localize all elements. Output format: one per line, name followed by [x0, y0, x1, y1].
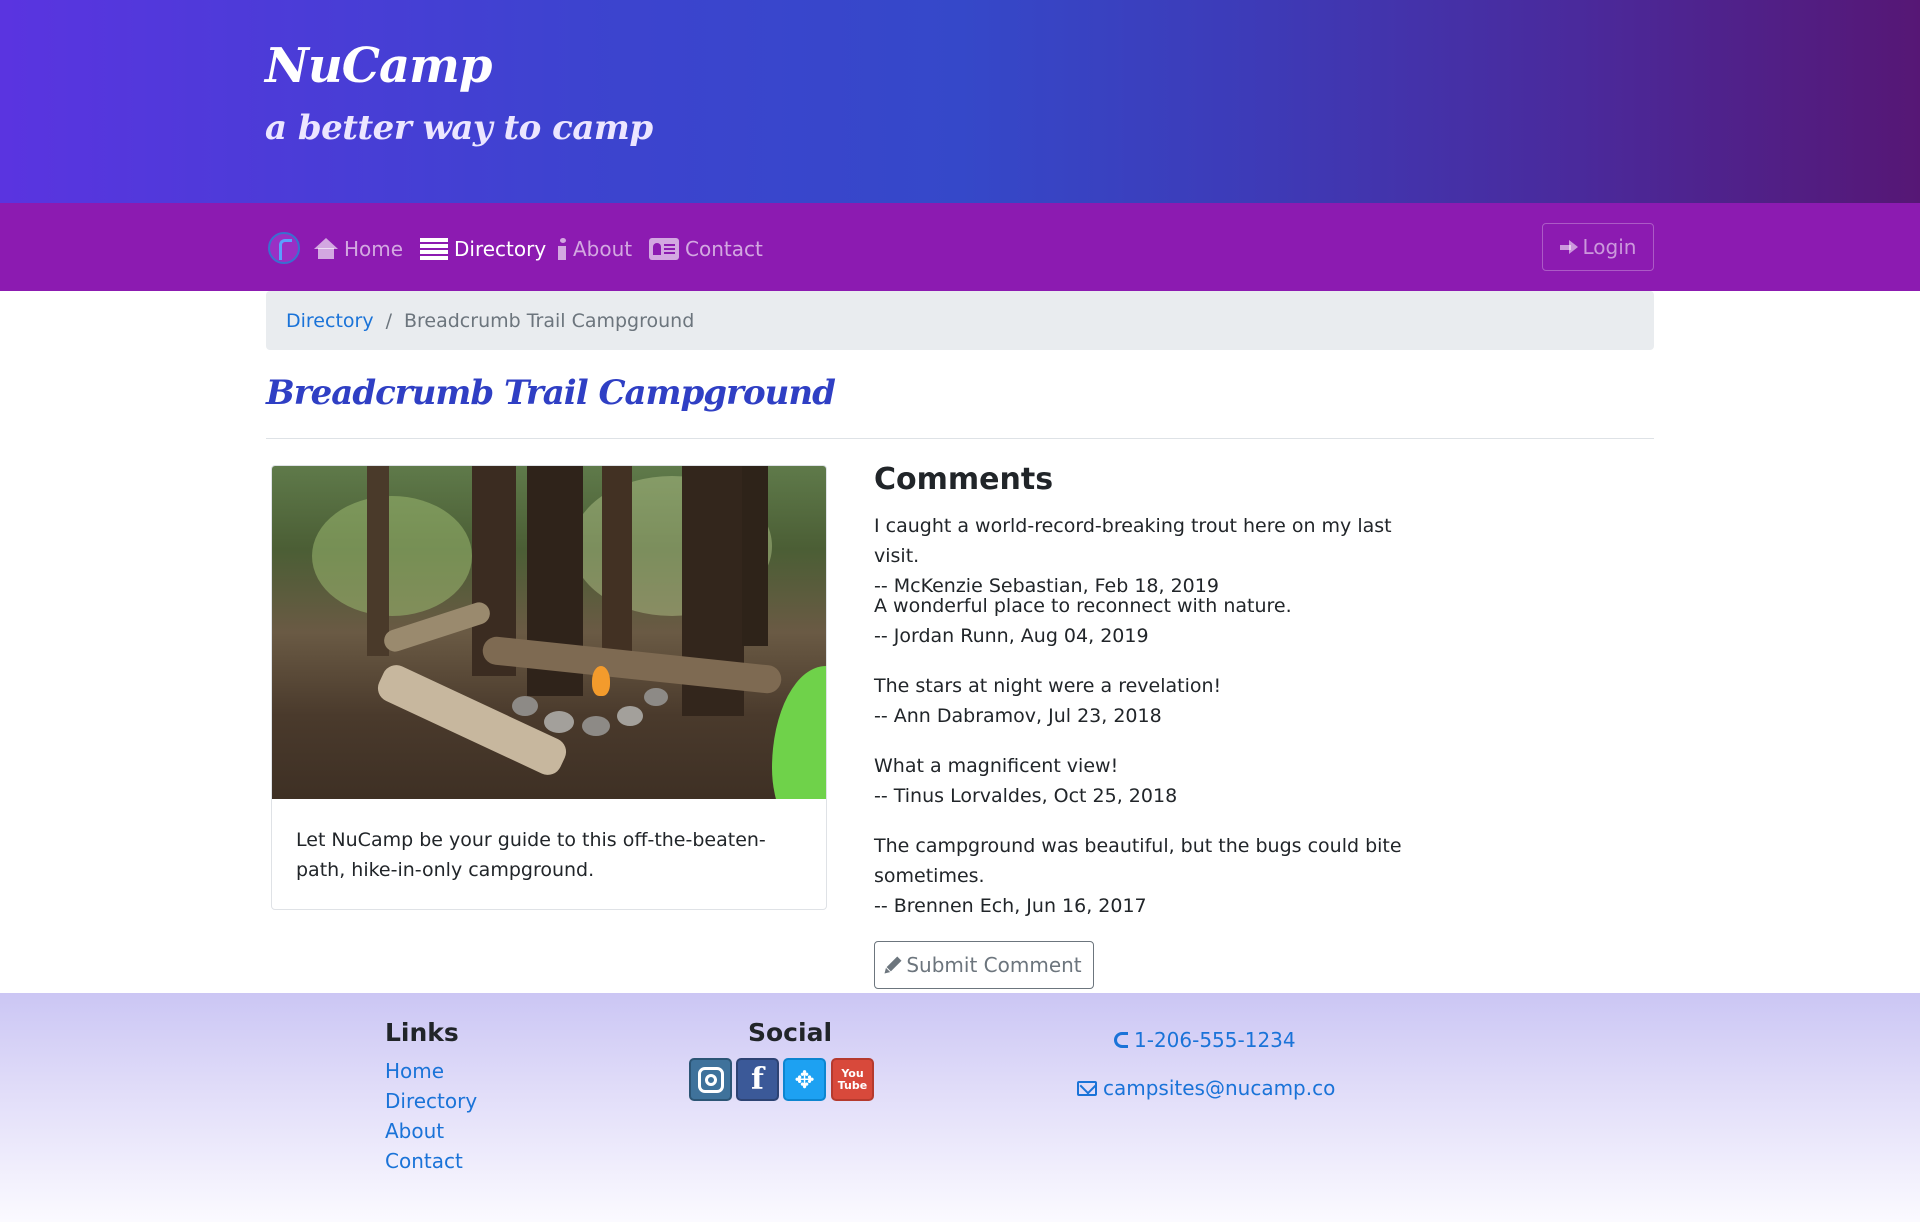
nav-directory-label: Directory [454, 237, 547, 261]
brand-title: NuCamp [265, 38, 492, 94]
instagram-icon[interactable] [689, 1058, 732, 1101]
list-icon [420, 238, 448, 260]
breadcrumb: Directory / Breadcrumb Trail Campground [266, 291, 1654, 350]
nav-item-directory[interactable]: Directory [420, 234, 546, 264]
submit-comment-label: Submit Comment [906, 953, 1082, 977]
comment-text: The campground was beautiful, but the bu… [874, 835, 1402, 887]
nav-item-home[interactable]: Home [314, 234, 403, 264]
nav-item-contact[interactable]: Contact [649, 234, 763, 264]
envelope-icon [1077, 1080, 1097, 1096]
comment-byline: -- Ann Dabramov, Jul 23, 2018 [874, 705, 1162, 727]
nav-contact-label: Contact [685, 237, 763, 261]
youtube-icon[interactable]: You Tube [831, 1058, 874, 1101]
breadcrumb-separator: / [385, 309, 392, 332]
comment-byline: -- Tinus Lorvaldes, Oct 25, 2018 [874, 785, 1178, 807]
comment-text: What a magnificent view! [874, 755, 1119, 777]
footer-links-heading: Links [385, 1018, 459, 1047]
footer-link-about[interactable]: About [385, 1119, 444, 1143]
comments-heading: Comments [874, 462, 1054, 497]
logo-icon[interactable] [268, 232, 300, 264]
comment-byline: -- Brennen Ech, Jun 16, 2017 [874, 895, 1147, 917]
page-title: Breadcrumb Trail Campground [266, 373, 836, 413]
comment-byline: -- Jordan Runn, Aug 04, 2019 [874, 625, 1149, 647]
comment-text: The stars at night were a revelation! [874, 675, 1222, 697]
breadcrumb-link-directory[interactable]: Directory [286, 310, 374, 332]
breadcrumb-current: Breadcrumb Trail Campground [403, 309, 695, 332]
nav-item-about[interactable]: About [557, 234, 632, 264]
submit-comment-button[interactable]: Submit Comment [874, 941, 1094, 989]
comment-text: I caught a world-record-breaking trout h… [874, 515, 1392, 567]
campsite-card: Let NuCamp be your guide to this off-the… [271, 465, 827, 910]
campsite-description: Let NuCamp be your guide to this off-the… [296, 829, 766, 881]
title-divider [266, 438, 1654, 439]
nav-about-label: About [573, 237, 633, 261]
comment-item: The campground was beautiful, but the bu… [874, 831, 1404, 921]
comment-text: A wonderful place to reconnect with natu… [874, 595, 1292, 617]
comment-item: I caught a world-record-breaking trout h… [874, 511, 1434, 601]
info-icon [557, 238, 567, 260]
footer [0, 993, 1920, 1222]
footer-phone-link[interactable]: 1-206-555-1234 [1114, 1028, 1296, 1052]
footer-link-contact[interactable]: Contact [385, 1149, 463, 1173]
footer-link-directory[interactable]: Directory [385, 1089, 477, 1113]
login-button[interactable]: Login [1542, 223, 1654, 271]
footer-phone: 1-206-555-1234 [1134, 1028, 1296, 1052]
comment-item: A wonderful place to reconnect with natu… [874, 591, 1434, 651]
campsite-image [272, 466, 826, 799]
footer-social-heading: Social [748, 1018, 833, 1047]
comment-item: What a magnificent view! -- Tinus Lorval… [874, 751, 1434, 811]
phone-icon [1114, 1032, 1128, 1048]
footer-link-home[interactable]: Home [385, 1059, 444, 1083]
brand-tagline: a better way to camp [265, 108, 653, 148]
nav-home-label: Home [344, 237, 404, 261]
facebook-icon[interactable]: f [736, 1058, 779, 1101]
footer-email: campsites@nucamp.co [1103, 1076, 1336, 1100]
pencil-icon [883, 955, 903, 975]
home-icon [314, 238, 338, 260]
sign-in-icon [1559, 239, 1578, 255]
twitter-icon[interactable]: ✥ [783, 1058, 826, 1101]
address-card-icon [649, 238, 679, 260]
login-label: Login [1582, 235, 1637, 259]
footer-email-link[interactable]: campsites@nucamp.co [1077, 1076, 1335, 1100]
comment-item: The stars at night were a revelation! --… [874, 671, 1434, 731]
header-jumbotron: NuCamp a better way to camp [0, 0, 1920, 203]
